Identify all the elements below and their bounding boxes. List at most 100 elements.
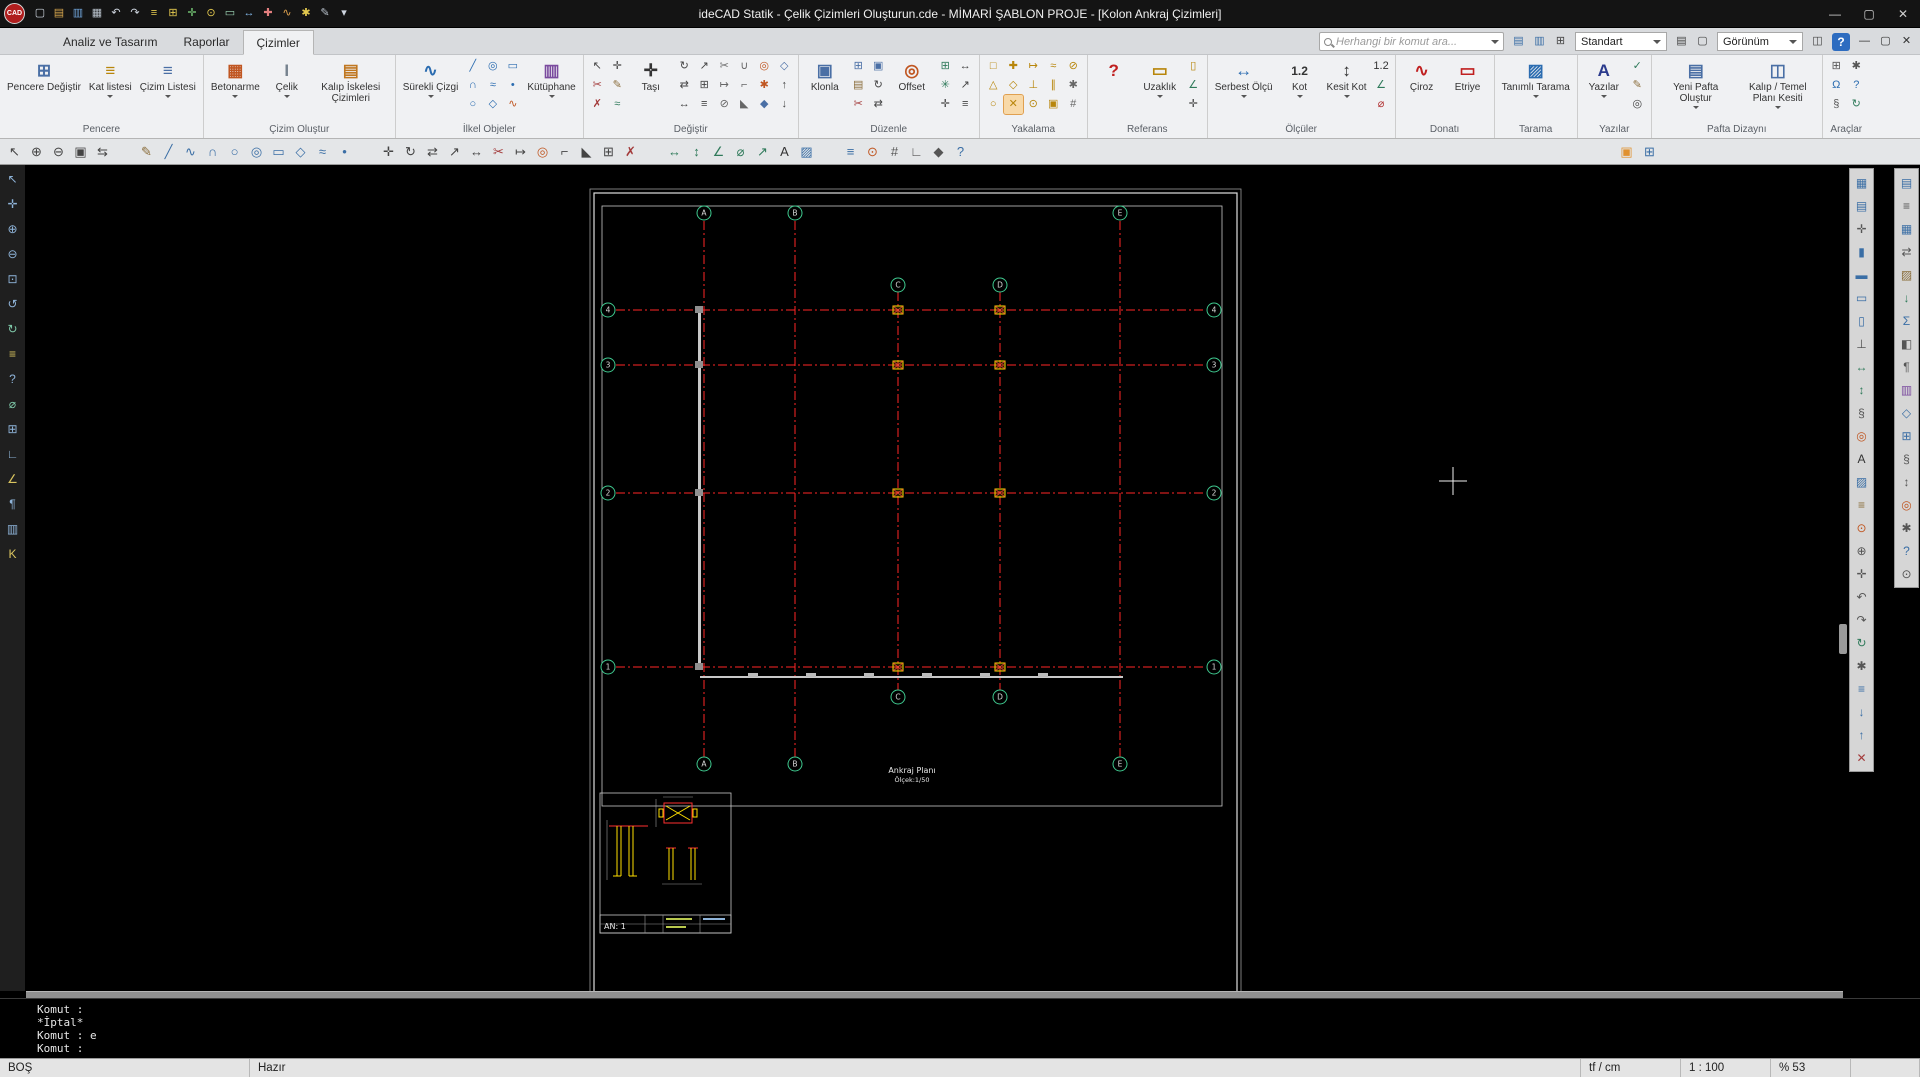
- snap-insert-icon[interactable]: ▣: [1044, 95, 1063, 114]
- align-icon[interactable]: ≡: [695, 95, 714, 114]
- scale-icon[interactable]: ↗: [695, 57, 714, 76]
- zoom-window-icon[interactable]: ▣: [70, 142, 91, 162]
- align2-icon[interactable]: ≡: [956, 95, 975, 114]
- group2-icon[interactable]: ◆: [928, 142, 949, 162]
- help-tool-icon[interactable]: ?: [1847, 76, 1866, 95]
- move-icon[interactable]: ✛: [378, 142, 399, 162]
- snap-perpendicular-icon[interactable]: ⊥: [1024, 76, 1043, 95]
- zoom-out-icon[interactable]: ⊖: [48, 142, 69, 162]
- help-button[interactable]: ?: [1832, 32, 1850, 51]
- dock-ortho-icon[interactable]: ∟: [3, 444, 23, 463]
- offset-button[interactable]: ◎ Offset: [890, 57, 934, 119]
- bilgi-button[interactable]: ?: [1092, 57, 1136, 119]
- layers-icon[interactable]: ≡: [145, 5, 163, 23]
- copy-icon[interactable]: ⊞: [849, 57, 868, 76]
- hatch-tool-icon[interactable]: ▨: [1852, 472, 1871, 491]
- detail-tool-icon[interactable]: ◎: [1852, 426, 1871, 445]
- print-icon[interactable]: ▦: [88, 5, 106, 23]
- text-tool-icon[interactable]: A: [1852, 449, 1871, 468]
- break-icon[interactable]: ⊘: [715, 95, 734, 114]
- grid-toggle-icon[interactable]: ⊞: [164, 5, 182, 23]
- sheet-folder-icon[interactable]: ▣: [1616, 142, 1637, 162]
- open-file-icon[interactable]: ▤: [50, 5, 68, 23]
- snap-node-icon[interactable]: ✚: [1004, 57, 1023, 76]
- fillet2-icon[interactable]: ⌐: [554, 142, 575, 162]
- gorunum-combo[interactable]: Görünüm: [1717, 32, 1803, 51]
- dimension-icon[interactable]: ↔: [240, 5, 258, 23]
- yazilar-button[interactable]: A Yazılar: [1582, 57, 1626, 119]
- undo-icon[interactable]: ↶: [107, 5, 125, 23]
- kalip-iskelesi-button[interactable]: ▤ Kalıp İskelesi Çizimleri: [311, 57, 391, 119]
- pan-icon[interactable]: ⇆: [92, 142, 113, 162]
- dock-ucs-icon[interactable]: ∠: [3, 469, 23, 488]
- point-icon[interactable]: •: [503, 76, 522, 95]
- snap-settings-icon[interactable]: ✱: [1064, 76, 1083, 95]
- undo-view-icon[interactable]: ↶: [1852, 587, 1871, 606]
- spellcheck-icon[interactable]: ✓: [1628, 57, 1647, 76]
- spline-icon[interactable]: ≈: [483, 76, 502, 95]
- celik-button[interactable]: I Çelik: [265, 57, 309, 119]
- mdi-minimize-button[interactable]: —: [1855, 33, 1874, 51]
- idecad-logo[interactable]: CAD: [4, 3, 25, 24]
- vertical-scrollbar-handle[interactable]: [1839, 624, 1847, 654]
- dock-zoom-out-icon[interactable]: ⊖: [3, 244, 23, 263]
- column-tool-icon[interactable]: ▮: [1852, 242, 1871, 261]
- layers2-icon[interactable]: ≡: [840, 142, 861, 162]
- script-icon[interactable]: §: [1827, 95, 1846, 114]
- dock-redraw-icon[interactable]: ↻: [3, 319, 23, 338]
- dim-linear-icon[interactable]: ↔: [664, 142, 685, 162]
- pencere-degistir-button[interactable]: ⊞ Pencere Değiştir: [4, 57, 84, 119]
- yeni-pafta-olustur-button[interactable]: ▤ Yeni Pafta Oluştur: [1656, 57, 1736, 119]
- dim-angular-icon[interactable]: ∠: [708, 142, 729, 162]
- duplicate-icon[interactable]: ▣: [869, 57, 888, 76]
- list-view-icon[interactable]: ≡: [1852, 679, 1871, 698]
- status-zoom[interactable]: % 53: [1770, 1059, 1850, 1077]
- polyline2-icon[interactable]: ∿: [180, 142, 201, 162]
- dim-settings-icon[interactable]: ↔: [1852, 357, 1871, 376]
- foundation-tool-icon[interactable]: ⊥: [1852, 334, 1871, 353]
- rotate2-icon[interactable]: ↻: [869, 76, 888, 95]
- view-3d-icon[interactable]: ◇: [1897, 403, 1916, 422]
- options-icon[interactable]: ✱: [1847, 57, 1866, 76]
- dock-pan-icon[interactable]: ✛: [3, 194, 23, 213]
- mirror-icon[interactable]: ⇄: [675, 76, 694, 95]
- zoom-in-icon[interactable]: ⊕: [26, 142, 47, 162]
- kot-12-icon[interactable]: 1.2: [1372, 57, 1391, 76]
- ruler-ref-icon[interactable]: ▯: [1184, 57, 1203, 76]
- etriye-button[interactable]: ▭ Etriye: [1446, 57, 1490, 119]
- section-tool-icon[interactable]: §: [1852, 403, 1871, 422]
- properties-panel-icon[interactable]: ▤: [1897, 173, 1916, 192]
- command-line-area[interactable]: Komut : *İptal* Komut : e Komut :: [0, 998, 1920, 1058]
- ungroup-icon[interactable]: ◇: [775, 57, 794, 76]
- point2-icon[interactable]: •: [334, 142, 355, 162]
- select2-icon[interactable]: ↖: [4, 142, 25, 162]
- snap-parallel-icon[interactable]: ∥: [1044, 76, 1063, 95]
- layer-manager-icon[interactable]: ≡: [1852, 495, 1871, 514]
- erase-icon[interactable]: ✗: [588, 95, 607, 114]
- dock-kaci-icon[interactable]: K: [3, 544, 23, 563]
- status-scale[interactable]: 1 : 100: [1680, 1059, 1770, 1077]
- chamfer2-icon[interactable]: ◣: [576, 142, 597, 162]
- calculator-icon[interactable]: ⊞: [1827, 57, 1846, 76]
- select-icon[interactable]: ↖: [588, 57, 607, 76]
- snap-quadrant-icon[interactable]: ◇: [1004, 76, 1023, 95]
- view-elevation-icon[interactable]: ↕: [1897, 472, 1916, 491]
- extend-icon[interactable]: ↦: [715, 76, 734, 95]
- close-button[interactable]: ✕: [1886, 3, 1920, 25]
- status-mode[interactable]: BOŞ: [0, 1059, 250, 1077]
- tab-raporlar[interactable]: Raporlar: [170, 30, 242, 54]
- tab-analiz-ve-tasarim[interactable]: Analiz ve Tasarım: [50, 30, 170, 54]
- klonla-button[interactable]: ▣ Klonla: [803, 57, 847, 119]
- dock-zoom-extents-icon[interactable]: ⊡: [3, 269, 23, 288]
- join-icon[interactable]: ∪: [735, 57, 754, 76]
- explode-icon[interactable]: ✱: [755, 76, 774, 95]
- circle2-icon[interactable]: ○: [224, 142, 245, 162]
- info-icon[interactable]: ?: [950, 142, 971, 162]
- snap-grid-icon[interactable]: #: [1064, 95, 1083, 114]
- save-icon[interactable]: ▥: [69, 5, 87, 23]
- circle-icon[interactable]: ○: [463, 95, 482, 114]
- stretch2-icon[interactable]: ↔: [956, 57, 975, 76]
- spline2-icon[interactable]: ≈: [312, 142, 333, 162]
- macro-icon[interactable]: Ω: [1827, 76, 1846, 95]
- slab-tool-icon[interactable]: ▭: [1852, 288, 1871, 307]
